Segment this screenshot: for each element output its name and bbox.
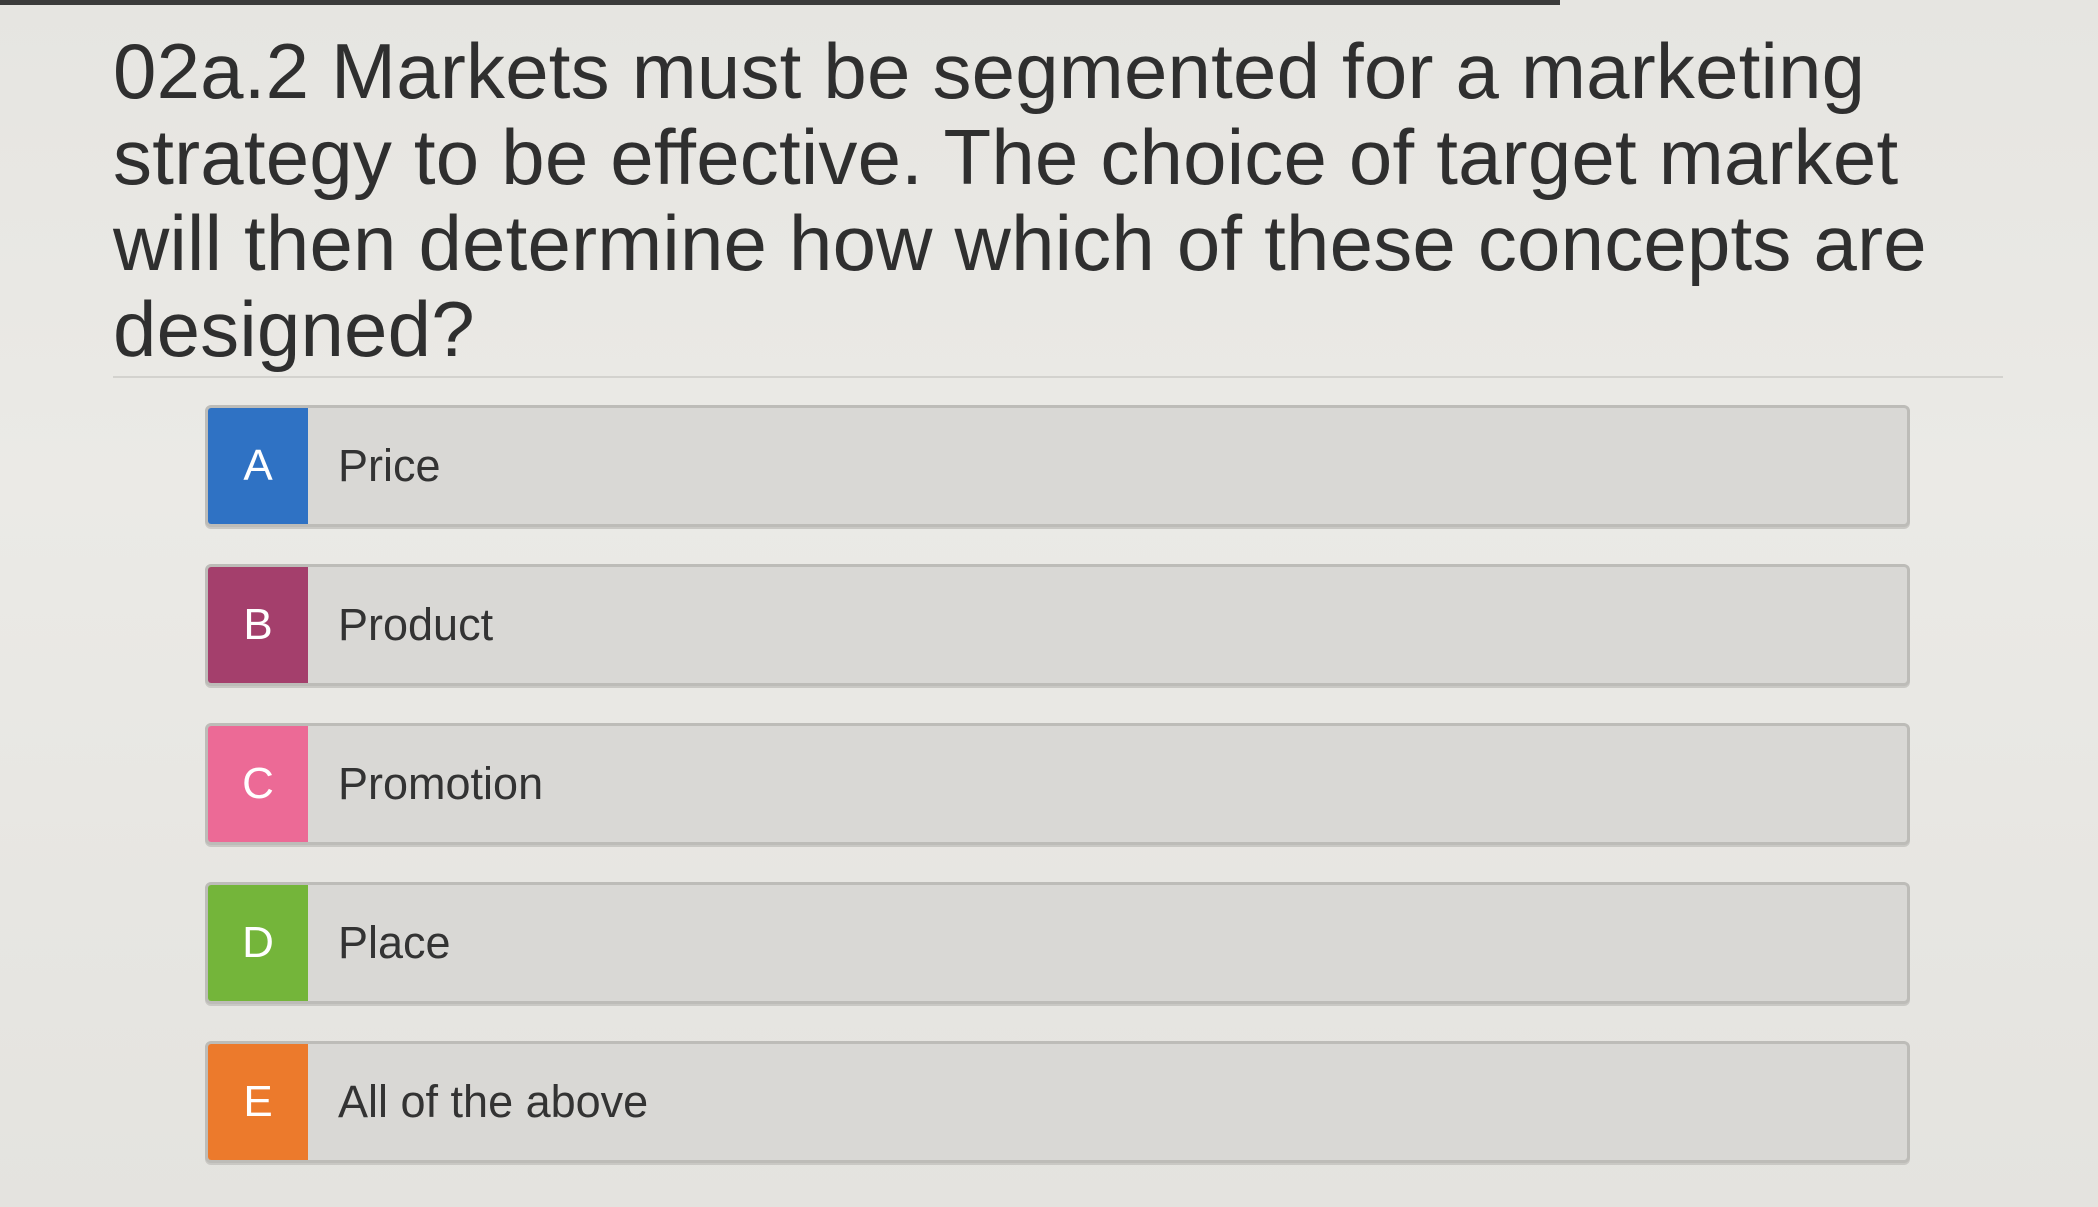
answer-options: A Price B Product C Promotion D Place E … [205, 405, 1910, 1200]
divider [113, 376, 2003, 378]
option-b-button[interactable]: B Product [205, 564, 1910, 686]
option-e-label: All of the above [338, 1076, 649, 1127]
option-a-label: Price [338, 440, 441, 491]
option-c-letter: C [208, 726, 308, 842]
option-c-button[interactable]: C Promotion [205, 723, 1910, 845]
top-edge [0, 0, 1560, 5]
option-a-letter: A [208, 408, 308, 524]
option-c-label: Promotion [338, 758, 544, 809]
option-d-button[interactable]: D Place [205, 882, 1910, 1004]
option-d-label: Place [338, 917, 451, 968]
option-b-letter: B [208, 567, 308, 683]
option-a-button[interactable]: A Price [205, 405, 1910, 527]
question-text: 02a.2 Markets must be segmented for a ma… [113, 27, 1927, 373]
option-b-label: Product [338, 599, 494, 650]
option-e-button[interactable]: E All of the above [205, 1041, 1910, 1163]
option-d-letter: D [208, 885, 308, 1001]
option-e-letter: E [208, 1044, 308, 1160]
